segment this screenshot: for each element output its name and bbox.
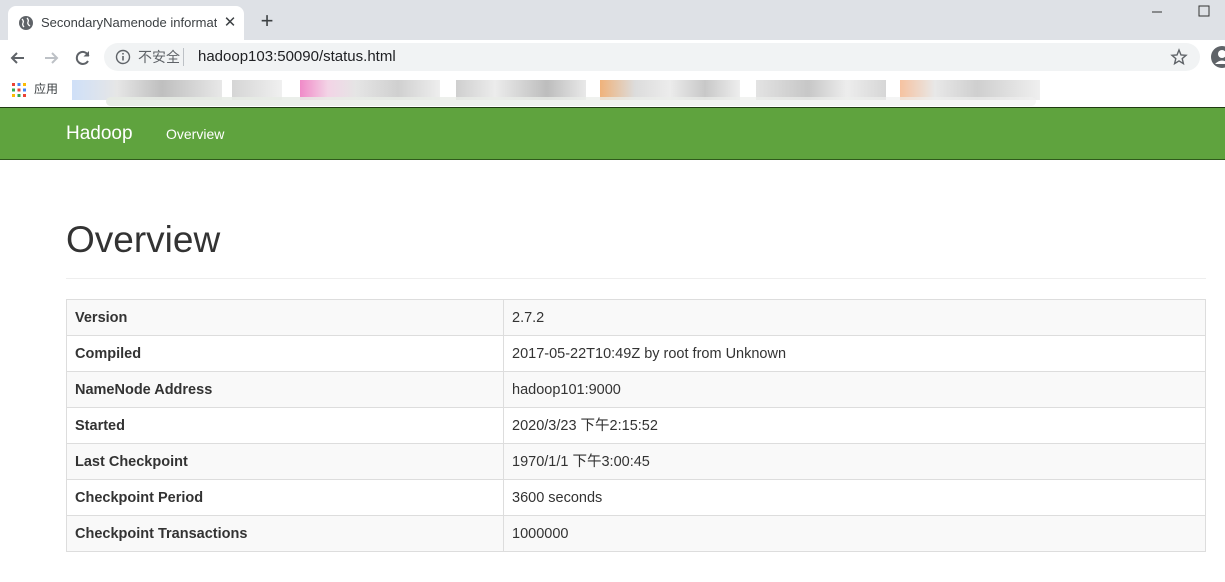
address-bar[interactable]: 不安全 hadoop103:50090/status.html	[104, 43, 1200, 71]
apps-label[interactable]: 应用	[34, 81, 58, 97]
browser-toolbar: 不安全 hadoop103:50090/status.html	[0, 40, 1225, 75]
table-row: Started 2020/3/23 下午2:15:52	[66, 407, 1206, 444]
security-label: 不安全	[138, 49, 180, 65]
row-label-checkpoint-transactions: Checkpoint Transactions	[66, 515, 504, 552]
forward-arrow-icon[interactable]	[41, 48, 61, 68]
title-divider	[66, 278, 1206, 279]
globe-icon	[19, 16, 33, 30]
close-icon[interactable]: ✕	[221, 14, 239, 32]
overview-table: Version 2.7.2 Compiled 2017-05-22T10:49Z…	[66, 299, 1206, 552]
brand-logo[interactable]: Hadoop	[66, 123, 133, 145]
page-title: Overview	[66, 219, 221, 260]
browser-tab[interactable]: SecondaryNamenode information ✕	[8, 6, 244, 40]
apps-grid-icon[interactable]	[12, 83, 26, 97]
table-row: Last Checkpoint 1970/1/1 下午3:00:45	[66, 443, 1206, 480]
table-row: Checkpoint Transactions 1000000	[66, 515, 1206, 552]
tab-strip: SecondaryNamenode information ✕ +	[0, 0, 1225, 40]
table-row: Checkpoint Period 3600 seconds	[66, 479, 1206, 516]
blurred-bookmark-overflow	[106, 97, 1036, 106]
row-label-checkpoint-period: Checkpoint Period	[66, 479, 504, 516]
row-label-version: Version	[66, 299, 504, 336]
profile-icon[interactable]	[1210, 45, 1225, 69]
maximize-icon[interactable]	[1196, 3, 1212, 19]
row-label-last-checkpoint: Last Checkpoint	[66, 443, 504, 480]
row-value-started: 2020/3/23 下午2:15:52	[503, 407, 1206, 444]
bookmark-star-icon[interactable]	[1170, 48, 1188, 66]
hadoop-navbar: Hadoop Overview	[0, 107, 1225, 160]
nav-link-overview[interactable]: Overview	[166, 126, 224, 142]
row-value-last-checkpoint: 1970/1/1 下午3:00:45	[503, 443, 1206, 480]
new-tab-button[interactable]: +	[256, 10, 278, 32]
url-divider	[183, 48, 184, 66]
url-text[interactable]: hadoop103:50090/status.html	[198, 48, 396, 66]
back-arrow-icon[interactable]	[8, 48, 28, 68]
info-icon[interactable]	[115, 49, 131, 65]
row-value-checkpoint-period: 3600 seconds	[503, 479, 1206, 516]
row-label-namenode-address: NameNode Address	[66, 371, 504, 408]
row-value-compiled: 2017-05-22T10:49Z by root from Unknown	[503, 335, 1206, 372]
row-value-version: 2.7.2	[503, 299, 1206, 336]
minimize-icon[interactable]	[1149, 6, 1165, 18]
table-row: Compiled 2017-05-22T10:49Z by root from …	[66, 335, 1206, 372]
tab-title: SecondaryNamenode information	[41, 15, 217, 30]
row-value-checkpoint-transactions: 1000000	[503, 515, 1206, 552]
table-row: Version 2.7.2	[66, 299, 1206, 336]
row-value-namenode-address: hadoop101:9000	[503, 371, 1206, 408]
reload-icon[interactable]	[73, 48, 93, 68]
row-label-compiled: Compiled	[66, 335, 504, 372]
row-label-started: Started	[66, 407, 504, 444]
table-row: NameNode Address hadoop101:9000	[66, 371, 1206, 408]
